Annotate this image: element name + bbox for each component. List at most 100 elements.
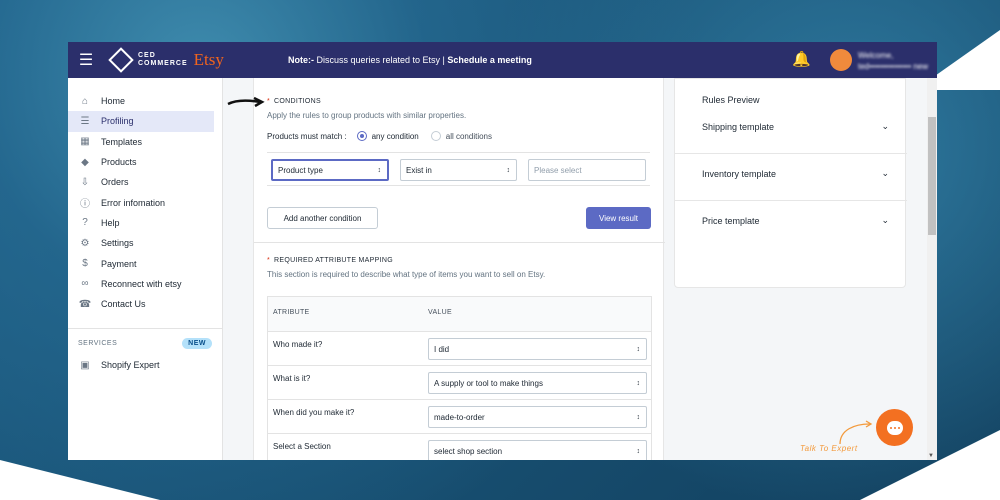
table-header: ATRIBUTE VALUE	[268, 297, 651, 331]
hamburger-icon[interactable]: ☰	[68, 50, 104, 70]
match-label: Products must match :	[267, 131, 347, 141]
rules-preview-title: Rules Preview	[702, 95, 760, 105]
sidebar-nav: ⌂ Home ☰ Profiling ▦ Templates ◆ Products ⇩ Order…	[68, 78, 222, 314]
note-text: Discuss queries related to Etsy |	[314, 55, 448, 65]
col-attribute: ATRIBUTE	[273, 309, 310, 316]
conditions-description: Apply the rules to group products with s…	[267, 111, 467, 120]
logo-line1: CED	[138, 52, 156, 59]
sidebar-item-help[interactable]: ? Help	[68, 213, 214, 233]
home-icon: ⌂	[81, 95, 89, 107]
chevron-down-icon[interactable]: ⌄	[881, 215, 889, 226]
sidebar-item-label: Reconnect with etsy	[101, 278, 182, 289]
accordion-price-template[interactable]: Price template	[702, 216, 760, 226]
chevron-down-icon[interactable]: ⌄	[881, 168, 889, 179]
mapping-title: REQUIRED ATTRIBUTE MAPPING	[274, 257, 393, 264]
note-label: Note:-	[288, 55, 314, 65]
accordion-inventory-template[interactable]: Inventory template	[702, 169, 776, 179]
sidebar-item-error-infomation[interactable]: ⓘ Error infomation	[68, 192, 214, 212]
new-badge: NEW	[182, 338, 212, 350]
select-arrows-icon: ↕	[506, 166, 511, 174]
link-icon: ∞	[81, 278, 89, 290]
required-mark: *	[267, 257, 271, 264]
help-icon: ?	[82, 217, 88, 229]
sidebar-item-label: Help	[101, 217, 120, 228]
sidebar-item-label: Contact Us	[101, 299, 146, 310]
select-arrows-icon: ↕	[636, 345, 641, 353]
curved-arrow-icon	[839, 420, 873, 445]
match-row: Products must match : any condition all …	[267, 131, 657, 141]
field-select[interactable]: Product type ↕	[271, 159, 389, 181]
sidebar-item-label: Shopify Expert	[101, 360, 160, 371]
table-row: Who made it? I did ↕	[268, 331, 651, 365]
required-mark: *	[267, 98, 271, 105]
sidebar-item-settings[interactable]: ⚙ Settings	[68, 233, 214, 253]
gear-icon: ⚙	[80, 237, 90, 249]
sidebar-item-label: Home	[101, 96, 126, 107]
sidebar-item-label: Orders	[101, 177, 129, 188]
conditions-title: CONDITIONS	[274, 98, 321, 105]
select-arrows-icon: ↕	[636, 447, 641, 455]
sidebar-item-label: Settings	[101, 238, 134, 249]
all-conditions-label[interactable]: all conditions	[446, 132, 492, 141]
operator-select[interactable]: Exist in ↕	[400, 159, 517, 181]
value-input[interactable]: Please select	[528, 159, 646, 181]
mapping-section: * REQUIRED ATTRIBUTE MAPPING This section…	[267, 257, 657, 279]
sidebar-item-payment[interactable]: $ Payment	[68, 253, 214, 273]
chevron-down-icon[interactable]: ⌄	[881, 121, 889, 132]
app-window: ☰ CED COMMERCE Etsy Note:- Discuss queri…	[68, 42, 937, 460]
sidebar: ⌂ Home ☰ Profiling ▦ Templates ◆ Products ⇩ Order…	[68, 78, 223, 460]
select-arrows-icon: ↕	[636, 413, 641, 421]
scrollbar-thumb[interactable]	[928, 117, 936, 235]
table-row: Select a Section select shop section ↕	[268, 433, 651, 460]
talk-to-expert-label[interactable]: Talk To Expert	[800, 444, 858, 453]
table-row: What is it? A supply or tool to make thin…	[268, 365, 651, 399]
conditions-section: * CONDITIONS Apply the rules to group pro…	[267, 98, 657, 141]
attribute-value-select[interactable]: A supply or tool to make things ↕	[428, 372, 647, 394]
select-arrows-icon: ↕	[636, 379, 641, 387]
condition-row: Product type ↕ Exist in ↕ Please select	[267, 152, 650, 186]
mapping-description: This section is required to describe wha…	[267, 270, 546, 279]
sidebar-item-orders[interactable]: ⇩ Orders	[68, 172, 214, 192]
sidebar-item-reconnect-with-etsy[interactable]: ∞ Reconnect with etsy	[68, 274, 214, 294]
sidebar-item-shopify-expert[interactable]: ▣ Shopify Expert	[68, 355, 214, 375]
chat-button[interactable]	[876, 409, 913, 446]
table-row: When did you make it? made-to-order ↕	[268, 399, 651, 433]
schedule-meeting-link[interactable]: Schedule a meeting	[447, 55, 532, 65]
logo-line2: COMMERCE	[138, 60, 188, 67]
sidebar-item-templates[interactable]: ▦ Templates	[68, 132, 214, 152]
phone-icon: ☎	[78, 298, 92, 310]
radio-all-conditions[interactable]	[430, 131, 441, 141]
scrollbar[interactable]: ▼	[927, 78, 937, 460]
services-section: SERVICES NEW ▣ Shopify Expert	[68, 328, 222, 375]
decor-wedge	[0, 460, 160, 500]
attribute-value-select[interactable]: I did ↕	[428, 338, 647, 360]
sidebar-item-profiling[interactable]: ☰ Profiling	[68, 111, 214, 132]
divider	[254, 242, 665, 243]
announcement: Note:- Discuss queries related to Etsy |…	[288, 55, 532, 65]
radio-any-condition[interactable]	[356, 131, 367, 141]
accordion-shipping-template[interactable]: Shipping template	[702, 122, 774, 132]
logo[interactable]: CED COMMERCE Etsy	[108, 47, 282, 73]
add-condition-button[interactable]: Add another condition	[267, 207, 378, 229]
sidebar-item-products[interactable]: ◆ Products	[68, 152, 214, 172]
select-arrows-icon: ↕	[377, 166, 382, 174]
templates-icon: ▦	[80, 136, 90, 148]
attribute-table: ATRIBUTE VALUE Who made it? I did ↕ What is…	[267, 296, 652, 460]
tag-icon: ◆	[81, 156, 89, 168]
profiling-icon: ☰	[80, 115, 90, 127]
bell-icon[interactable]: 🔔	[792, 50, 811, 68]
scroll-down-icon[interactable]: ▼	[928, 453, 934, 459]
user-info[interactable]: Welcome, ted••••••••••••••• new	[858, 50, 928, 72]
avatar[interactable]	[830, 49, 852, 71]
welcome-text: Welcome,	[858, 51, 894, 60]
sidebar-item-label: Profiling	[101, 116, 134, 127]
sidebar-item-home[interactable]: ⌂ Home	[68, 91, 214, 111]
view-result-button[interactable]: View result	[586, 207, 651, 229]
attribute-value-select[interactable]: made-to-order ↕	[428, 406, 647, 428]
sidebar-item-contact-us[interactable]: ☎ Contact Us	[68, 294, 214, 314]
attribute-label: Who made it?	[273, 340, 323, 349]
store-icon: ▣	[80, 359, 90, 371]
any-condition-label[interactable]: any condition	[372, 132, 419, 141]
chat-icon	[886, 420, 903, 435]
attribute-value-select[interactable]: select shop section ↕	[428, 440, 647, 460]
